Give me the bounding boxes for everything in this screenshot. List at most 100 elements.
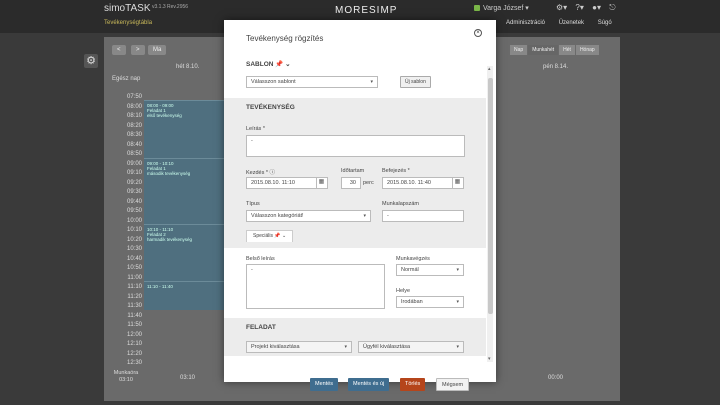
time-slot-label: 08:10 — [126, 113, 142, 119]
view-day[interactable]: Nap — [510, 45, 528, 55]
template-select[interactable]: Válasszon sablont ▾ — [246, 76, 378, 88]
gear-icon[interactable]: ⚙▾ — [556, 3, 567, 12]
type-label: Típus — [246, 201, 260, 207]
worksheet-field[interactable]: - — [382, 210, 464, 222]
time-column: 07:50 08:00 08:10 08:20 08:30 08:40 08:50 09:00… — [112, 94, 144, 370]
event-time: 11:10 - 11:40 — [147, 284, 173, 289]
nav-admin[interactable]: Adminisztráció — [506, 20, 545, 26]
chevron-down-icon: ▾ — [363, 213, 366, 219]
modal-body[interactable]: SABLON 📌 ⌄ Válasszon sablont ▾ Új sablon … — [224, 56, 496, 356]
today-button[interactable]: Ma — [148, 45, 167, 55]
view-week[interactable]: Hét — [559, 45, 575, 55]
time-slot-label: 09:30 — [126, 189, 142, 195]
template-section-title[interactable]: SABLON 📌 ⌄ — [246, 60, 291, 68]
project-select[interactable]: Projekt kiválasztása ▾ — [246, 341, 352, 353]
worktime-value: 00:00 — [548, 375, 564, 381]
time-slot-label: 10:30 — [126, 246, 142, 252]
end-label: Befejezés * — [382, 168, 410, 174]
time-slot-label: 09:50 — [126, 208, 142, 214]
scroll-up-icon[interactable]: ▴ — [488, 66, 491, 72]
time-slot-label: 11:30 — [127, 303, 142, 309]
user-name: Varga József ▾ — [483, 5, 529, 12]
time-slot-label: 12:00 — [126, 331, 142, 338]
location-label: Helye — [396, 288, 411, 294]
help-icon[interactable]: ?▾ — [575, 3, 583, 12]
worktime-value: 03:10 — [180, 375, 196, 381]
duration-label: Időtartam — [341, 168, 365, 174]
time-slot-label: 08:30 — [126, 132, 142, 138]
chevron-down-icon: ▾ — [456, 299, 459, 305]
event-desc: második tevékenység — [147, 171, 191, 176]
time-slot-label: 09:10 — [126, 170, 142, 176]
work-mode-label: Munkavégzés — [396, 256, 430, 262]
close-icon[interactable]: × — [474, 29, 482, 37]
time-slot-label: 11:40 — [127, 312, 142, 319]
time-slot-label: 11:50 — [127, 322, 142, 328]
user-icon[interactable]: ●▾ — [592, 3, 601, 12]
time-slot-label: 12:30 — [126, 360, 142, 366]
calendar-settings-gear-icon[interactable]: ⚙ — [84, 54, 98, 68]
location-select[interactable]: Irodában ▾ — [396, 296, 464, 308]
chevron-down-icon: ⌄ — [285, 61, 291, 68]
tab-special[interactable]: Speciális 📌 ⌄ — [246, 230, 294, 242]
app-title: simoTASK — [104, 3, 151, 14]
time-slot-label: 07:50 — [126, 94, 142, 100]
description-field[interactable]: - — [246, 135, 465, 157]
view-switcher: Nap Munkahét Hét Hónap — [510, 45, 600, 55]
nav-help[interactable]: Súgó — [598, 20, 612, 26]
internal-desc-field[interactable]: - — [246, 264, 385, 309]
info-icon: ⓘ — [269, 170, 276, 176]
time-slot-label: 09:40 — [126, 198, 142, 205]
next-button[interactable]: > — [131, 45, 145, 55]
scroll-down-icon[interactable]: ▾ — [488, 356, 491, 362]
calendar-event[interactable]: 08:00 - 09:00 Feladat 1 első tevékenység — [144, 100, 224, 158]
user-status-icon — [474, 5, 480, 11]
calendar-event[interactable]: 11:10 - 11:40 — [144, 281, 224, 310]
time-slot-label: 10:40 — [126, 255, 142, 262]
time-slot-label: 12:20 — [126, 350, 142, 357]
user-menu[interactable]: Varga József ▾ — [474, 4, 529, 12]
allday-label: Egész nap — [112, 76, 141, 82]
nav-messages[interactable]: Üzenetek — [559, 20, 584, 26]
time-slot-label: 11:20 — [127, 293, 142, 300]
activity-modal: Tevékenység rögzítés × SABLON 📌 ⌄ Válass… — [224, 20, 496, 391]
type-select[interactable]: Válasszon kategóriát! ▾ — [246, 210, 371, 222]
save-button[interactable]: Mentés — [310, 378, 339, 391]
prev-button[interactable]: < — [112, 45, 126, 55]
logout-icon[interactable]: ⎋ — [609, 3, 615, 12]
events-column: 08:00 - 09:00 Feladat 1 első tevékenység… — [144, 100, 224, 310]
new-template-button[interactable]: Új sablon — [400, 76, 431, 88]
time-slot-label: 11:10 — [127, 284, 142, 290]
time-slot-label: 10:20 — [126, 236, 142, 243]
time-slot-label: 10:10 — [126, 227, 142, 233]
pin-icon: 📌 — [274, 233, 281, 239]
event-desc: első tevékenység — [147, 113, 182, 118]
start-label: Kezdés * ⓘ — [246, 170, 276, 176]
top-nav: Adminisztráció Üzenetek Súgó — [506, 20, 624, 26]
time-slot-label: 11:00 — [127, 274, 142, 281]
view-month[interactable]: Hónap — [575, 45, 599, 55]
work-mode-select[interactable]: Normál ▾ — [396, 264, 464, 276]
scrollbar-thumb[interactable] — [488, 78, 493, 314]
calendar-icon[interactable]: ▦ — [452, 177, 462, 189]
view-workweek[interactable]: Munkahét — [528, 45, 559, 55]
cancel-button[interactable]: Mégsem — [436, 378, 470, 391]
chevron-down-icon: ▾ — [344, 344, 347, 350]
chevron-down-icon: ▾ — [456, 344, 459, 350]
save-new-button[interactable]: Mentés és új — [348, 378, 390, 391]
app-subtitle-link[interactable]: Tevékenységtábla — [104, 20, 152, 26]
pin-icon: 📌 — [275, 61, 284, 68]
task-section-title: FELADAT — [246, 324, 276, 331]
time-slot-label: 08:00 — [126, 103, 142, 110]
client-select[interactable]: Ügyfél kiválasztása ▾ — [358, 341, 464, 353]
chevron-down-icon: ▾ — [370, 79, 373, 85]
delete-button[interactable]: Törlés — [400, 378, 426, 391]
time-slot-label: 09:20 — [126, 179, 142, 186]
time-slot-label: 12:10 — [126, 341, 142, 347]
calendar-event[interactable]: 10:10 - 11:10 Feladat 2 harmadik tevéken… — [144, 224, 224, 281]
event-desc: harmadik tevékenység — [147, 237, 193, 242]
calendar-icon[interactable]: ▦ — [316, 177, 326, 189]
duration-field[interactable]: 30 — [341, 177, 361, 189]
calendar-event[interactable]: 09:00 - 10:10 Feladat 1 második tevékeny… — [144, 158, 224, 224]
modal-title: Tevékenység rögzítés — [246, 34, 324, 43]
